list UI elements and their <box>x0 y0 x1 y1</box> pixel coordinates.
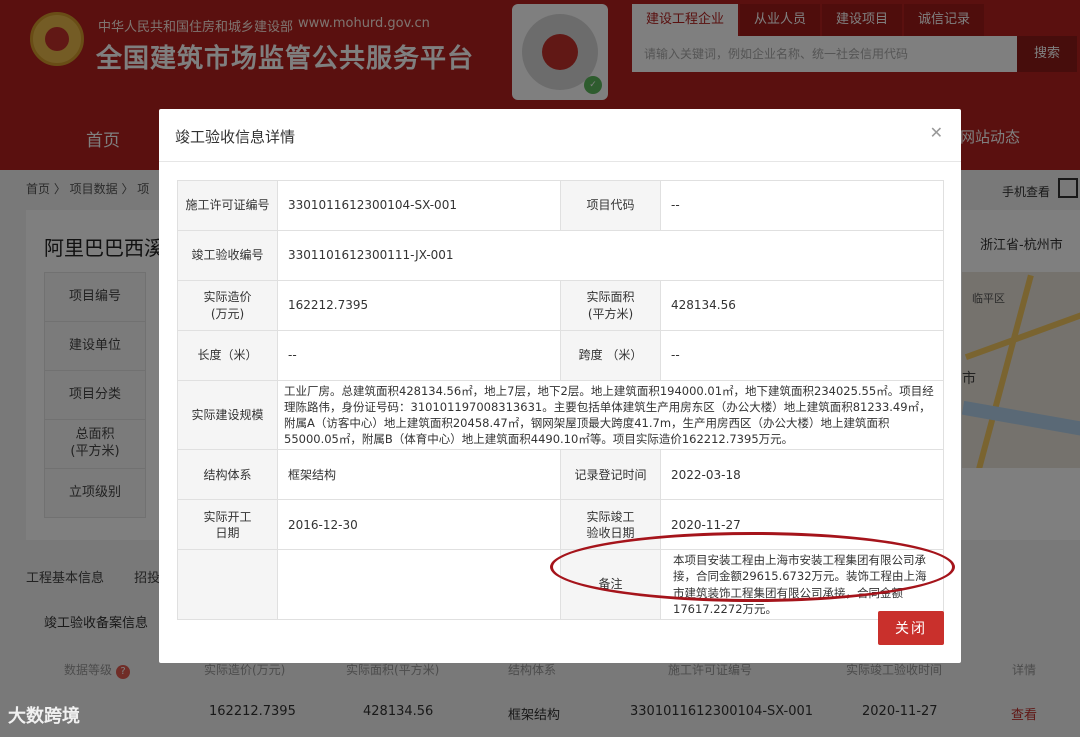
start-date-label: 实际开工 日期 <box>177 499 278 551</box>
empty-value <box>277 549 561 620</box>
permit-no-label: 施工许可证编号 <box>177 180 278 231</box>
close-button[interactable]: 关闭 <box>878 611 944 645</box>
table-row: 结构体系 框架结构 记录登记时间 2022-03-18 <box>177 449 944 501</box>
table-row: 长度（米） -- 跨度 （米） -- <box>177 330 944 381</box>
acceptance-no-value: 3301101612300111-JX-001 <box>277 230 944 281</box>
watermark: 大数跨境 <box>8 706 80 727</box>
actual-cost-value: 162212.7395 <box>277 280 561 331</box>
length-label: 长度（米） <box>177 330 278 381</box>
record-time-label: 记录登记时间 <box>560 449 661 501</box>
project-code-label: 项目代码 <box>560 180 661 231</box>
table-row: 竣工验收编号 3301101612300111-JX-001 <box>177 230 944 281</box>
completion-date-value: 2020-11-27 <box>660 499 944 551</box>
table-row: 施工许可证编号 3301011612300104-SX-001 项目代码 -- <box>177 180 944 231</box>
completion-detail-modal: 竣工验收信息详情 ✕ 施工许可证编号 3301011612300104-SX-0… <box>159 109 961 663</box>
span-value: -- <box>660 330 944 381</box>
record-time-value: 2022-03-18 <box>660 449 944 501</box>
actual-cost-label: 实际造价 (万元) <box>177 280 278 331</box>
actual-area-label: 实际面积 (平方米) <box>560 280 661 331</box>
remark-value: 本项目安装工程由上海市安装工程集团有限公司承接，合同金额29615.6732万元… <box>660 549 944 620</box>
modal-divider <box>159 161 961 162</box>
construction-scale-label: 实际建设规模 <box>177 379 278 451</box>
structure-value: 框架结构 <box>277 449 561 501</box>
acceptance-no-label: 竣工验收编号 <box>177 230 278 281</box>
table-row: 备注 本项目安装工程由上海市安装工程集团有限公司承接，合同金额29615.673… <box>177 549 944 620</box>
length-value: -- <box>277 330 561 381</box>
permit-no-value: 3301011612300104-SX-001 <box>277 180 561 231</box>
project-code-value: -- <box>660 180 944 231</box>
remark-label: 备注 <box>560 549 661 620</box>
table-row: 实际开工 日期 2016-12-30 实际竣工 验收日期 2020-11-27 <box>177 499 944 551</box>
table-row: 实际造价 (万元) 162212.7395 实际面积 (平方米) 428134.… <box>177 280 944 331</box>
detail-table: 施工许可证编号 3301011612300104-SX-001 项目代码 -- … <box>177 180 944 620</box>
start-date-value: 2016-12-30 <box>277 499 561 551</box>
table-row: 实际建设规模 工业厂房。总建筑面积428134.56㎡，地上7层，地下2层。地上… <box>177 379 944 451</box>
completion-date-label: 实际竣工 验收日期 <box>560 499 661 551</box>
structure-label: 结构体系 <box>177 449 278 501</box>
construction-scale-value: 工业厂房。总建筑面积428134.56㎡，地上7层，地下2层。地上建筑面积194… <box>277 379 944 451</box>
modal-title: 竣工验收信息详情 <box>175 128 296 146</box>
span-label: 跨度 （米） <box>560 330 661 381</box>
actual-area-value: 428134.56 <box>660 280 944 331</box>
close-icon[interactable]: ✕ <box>930 123 943 142</box>
empty-label <box>177 549 278 620</box>
